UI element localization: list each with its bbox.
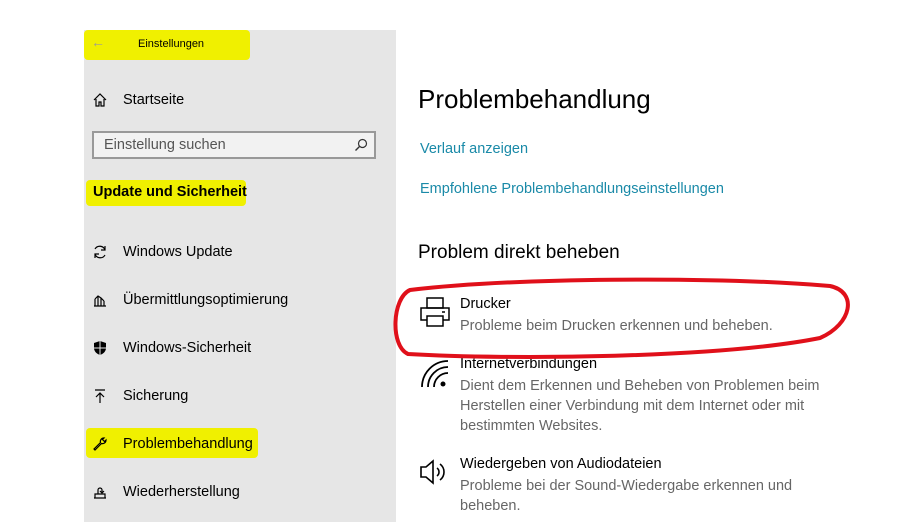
sidebar-item-recovery[interactable]: Wiederherstellung — [91, 480, 240, 504]
upload-arrow-icon — [91, 387, 109, 405]
speaker-icon — [420, 459, 445, 485]
tile-title: Internetverbindungen — [460, 356, 598, 372]
printer-icon — [420, 297, 450, 327]
view-history-link[interactable]: Verlauf anzeigen — [420, 141, 528, 157]
sidebar-item-label: Windows Update — [123, 244, 233, 260]
search-icon[interactable] — [354, 138, 368, 152]
sidebar-item-label: Windows-Sicherheit — [123, 340, 252, 356]
wrench-icon — [91, 435, 109, 453]
search-input[interactable] — [94, 136, 346, 154]
sidebar-item-troubleshoot[interactable]: Problembehandlung — [91, 432, 253, 456]
page-title: Problembehandlung — [418, 84, 651, 114]
app-title: Einstellungen — [138, 38, 205, 50]
sidebar-item-windows-update[interactable]: Windows Update — [91, 240, 233, 264]
recovery-icon — [91, 483, 109, 501]
section-heading: Update und Sicherheit — [93, 184, 247, 200]
troubleshooter-internet[interactable]: Internetverbindungen Dient dem Erkennen … — [418, 356, 858, 436]
sidebar-item-label: Wiederherstellung — [123, 484, 240, 500]
section-subheading: Problem direkt beheben — [418, 242, 620, 263]
back-arrow-icon[interactable]: ← — [91, 34, 105, 50]
tile-description: Probleme beim Drucken erkennen und beheb… — [460, 318, 773, 334]
home-label: Startseite — [123, 92, 185, 108]
delivery-optimization-icon — [91, 291, 109, 309]
tile-title: Drucker — [460, 296, 511, 312]
recommended-settings-link[interactable]: Empfohlene Problembehandlungseinstellung… — [420, 181, 724, 197]
wifi-icon — [421, 360, 449, 388]
sidebar-item-label: Sicherung — [123, 388, 189, 404]
sync-icon — [91, 243, 109, 261]
sidebar-item-home[interactable]: Startseite — [91, 88, 184, 112]
tile-title: Wiedergeben von Audiodateien — [460, 456, 662, 472]
tile-description: Dient dem Erkennen und Beheben von Probl… — [460, 378, 820, 434]
sidebar-item-delivery-optimization[interactable]: Übermittlungsoptimierung — [91, 288, 288, 312]
sidebar-item-label: Übermittlungsoptimierung — [123, 292, 289, 308]
troubleshooter-audio[interactable]: Wiedergeben von Audiodateien Probleme be… — [418, 456, 858, 516]
tile-description: Probleme bei der Sound-Wiedergabe erkenn… — [460, 478, 793, 514]
troubleshooter-printer[interactable]: Drucker Probleme beim Drucken erkennen u… — [418, 296, 858, 340]
search-box[interactable] — [92, 131, 376, 159]
shield-icon — [91, 339, 109, 357]
sidebar-item-backup[interactable]: Sicherung — [91, 384, 188, 408]
home-icon — [91, 91, 109, 109]
sidebar-item-windows-security[interactable]: Windows-Sicherheit — [91, 336, 251, 360]
sidebar-item-label: Problembehandlung — [123, 436, 253, 452]
